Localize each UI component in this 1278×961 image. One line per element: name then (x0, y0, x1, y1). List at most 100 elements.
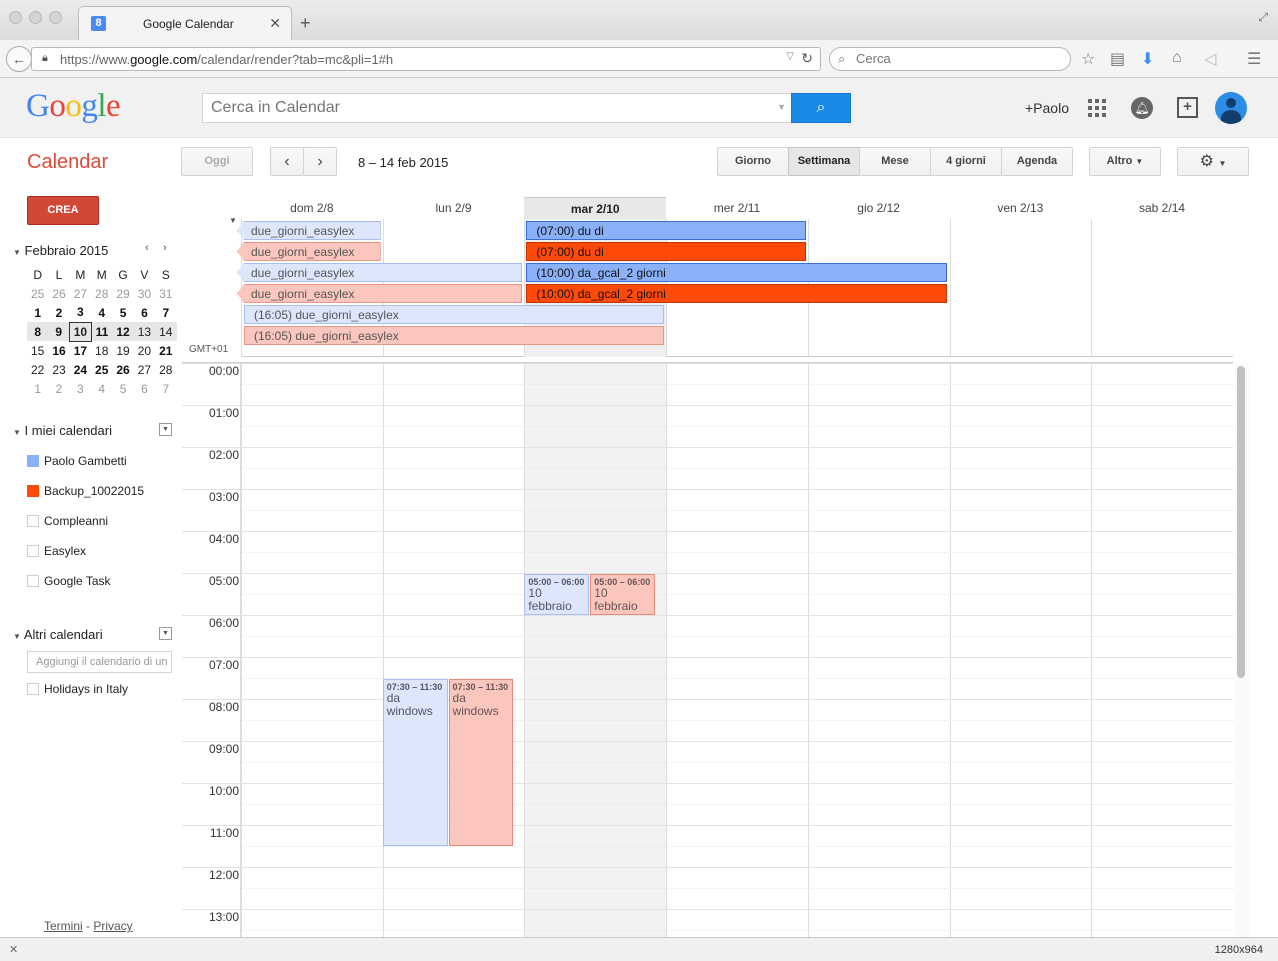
today-button[interactable]: Oggi (181, 147, 253, 176)
calendar-list-item[interactable]: Easylex (27, 544, 86, 558)
home-icon[interactable]: ⌂ (1172, 49, 1182, 67)
day-header[interactable]: gio 2/12 (808, 197, 950, 220)
allday-column[interactable] (1091, 219, 1233, 357)
close-statusbar-icon[interactable]: ✕ (9, 943, 18, 956)
allday-event-chip[interactable]: (16:05) due_giorni_easylex (244, 305, 665, 324)
apps-grid-icon[interactable] (1088, 99, 1106, 117)
all-day-area[interactable]: due_giorni_easylex due_giorni_easylex due_… (237, 219, 1233, 357)
mini-calendar-day[interactable]: 26 (112, 360, 133, 379)
reading-list-icon[interactable]: ▤ (1110, 49, 1125, 69)
calendar-search-input[interactable] (211, 99, 771, 117)
mini-calendar-day[interactable]: 21 (155, 341, 176, 360)
add-calendar-input[interactable]: Aggiungi il calendario di un (27, 651, 172, 673)
calendar-list-item[interactable]: Backup_10022015 (27, 484, 144, 498)
close-window-button[interactable] (9, 11, 22, 24)
mini-next-month-icon[interactable]: › (163, 242, 167, 254)
bookmark-star-icon[interactable]: ☆ (1081, 49, 1095, 69)
calendar-list-item[interactable]: Compleanni (27, 514, 108, 528)
view-month-button[interactable]: Mese (859, 147, 931, 176)
settings-button[interactable]: ⚙ ▼ (1177, 147, 1249, 176)
reload-icon[interactable]: ↻ (801, 50, 813, 67)
timed-event[interactable]: 05:00 – 06:00 10 febbraio (590, 574, 656, 615)
zoom-window-button[interactable] (49, 11, 62, 24)
mini-calendar-day[interactable]: 26 (48, 284, 69, 303)
time-grid[interactable]: 00:00 01:00 02:00 03:00 04:00 05:00 06:00 07:00… (182, 362, 1233, 937)
fullscreen-icon[interactable]: ⤢ (1258, 10, 1268, 25)
mini-calendar-day[interactable]: 9 (48, 322, 70, 341)
day-column[interactable] (666, 363, 808, 937)
day-column[interactable] (382, 363, 525, 937)
my-calendars-menu-icon[interactable]: ▼ (159, 423, 172, 436)
calendar-color-swatch[interactable] (27, 575, 39, 587)
mini-calendar-day[interactable]: 18 (91, 341, 112, 360)
mini-calendar-day[interactable]: 12 (112, 322, 134, 341)
mini-calendar-day[interactable]: 2 (48, 303, 69, 322)
mini-calendar-day[interactable]: 20 (134, 341, 155, 360)
mini-calendar-day[interactable]: 14 (155, 322, 177, 341)
calendar-color-swatch[interactable] (27, 545, 39, 557)
day-column[interactable] (949, 363, 1092, 937)
allday-event-chip[interactable]: due_giorni_easylex (237, 242, 381, 261)
timed-event[interactable]: 05:00 – 06:00 10 febbraio (524, 574, 590, 615)
privacy-link[interactable]: Privacy (93, 919, 132, 933)
my-calendars-header[interactable]: ▼ I miei calendari (13, 423, 112, 438)
calendar-color-swatch[interactable] (27, 515, 39, 527)
download-icon[interactable]: ⬇ (1141, 49, 1154, 69)
calendar-list-item[interactable]: Google Task (27, 574, 111, 588)
share-plus-icon[interactable]: + (1177, 97, 1198, 118)
url-bar[interactable]: 🔒︎ https://www.google.com/calendar/rende… (31, 47, 821, 71)
mini-calendar-day[interactable]: 27 (70, 284, 91, 303)
day-header[interactable]: lun 2/9 (383, 197, 525, 220)
mini-calendar-day[interactable]: 13 (133, 322, 156, 341)
mini-calendar-day[interactable]: 2 (48, 379, 69, 398)
mini-calendar-day[interactable]: 4 (91, 303, 112, 322)
view-week-button[interactable]: Settimana (788, 147, 860, 176)
day-column[interactable] (807, 363, 950, 937)
mini-calendar-day[interactable]: 27 (134, 360, 155, 379)
mini-calendar-title[interactable]: ▼ Febbraio 2015 (13, 243, 108, 258)
minimize-window-button[interactable] (29, 11, 42, 24)
terms-link[interactable]: Termini (44, 919, 83, 933)
day-column[interactable] (1091, 363, 1233, 937)
day-header[interactable]: dom 2/8 (241, 197, 383, 220)
mini-calendar-day[interactable]: 23 (48, 360, 69, 379)
other-calendars-menu-icon[interactable]: ▼ (159, 627, 172, 640)
mini-calendar-day[interactable]: 1 (27, 379, 48, 398)
avatar[interactable] (1215, 92, 1247, 124)
mini-calendar-day[interactable]: 28 (155, 360, 176, 379)
mini-calendar-day[interactable]: 30 (134, 284, 155, 303)
calendar-list-item[interactable]: Holidays in Italy (27, 682, 128, 696)
mini-calendar-day[interactable]: 1 (27, 303, 48, 322)
allday-event-chip[interactable]: (07:00) du di (526, 242, 806, 261)
mini-calendar-day[interactable]: 6 (134, 303, 155, 322)
calendar-search-box[interactable]: ▼ (202, 93, 792, 123)
day-header[interactable]: mer 2/11 (666, 197, 808, 220)
mini-calendar-day[interactable]: 25 (91, 360, 112, 379)
notifications-bell-icon[interactable]: 🔔︎ (1131, 97, 1153, 119)
view-day-button[interactable]: Giorno (717, 147, 789, 176)
mini-calendar-day[interactable]: 4 (91, 379, 112, 398)
mini-calendar-day[interactable]: 8 (27, 322, 49, 341)
plus-user-link[interactable]: +Paolo (1025, 100, 1069, 116)
day-column[interactable] (241, 363, 383, 937)
calendar-color-swatch[interactable] (27, 455, 39, 467)
grid-scrollbar[interactable] (1235, 362, 1249, 937)
allday-event-chip[interactable]: (10:00) da_gcal_2 giorni (526, 263, 948, 282)
allday-event-chip[interactable]: due_giorni_easylex (237, 263, 523, 282)
mini-calendar-day[interactable]: 28 (91, 284, 112, 303)
mini-calendar-day[interactable]: 10 (69, 321, 92, 342)
mini-calendar-day[interactable]: 3 (70, 379, 91, 398)
allday-toggle-icon[interactable]: ▼ (229, 216, 237, 225)
day-header[interactable]: ven 2/13 (950, 197, 1092, 220)
mini-calendar-day[interactable]: 22 (27, 360, 48, 379)
url-text[interactable]: https://www.google.com/calendar/render?t… (60, 52, 393, 67)
mini-calendar-day[interactable]: 25 (27, 284, 48, 303)
mini-calendar-day[interactable]: 7 (155, 379, 176, 398)
create-button[interactable]: CREA (27, 196, 99, 225)
mini-calendar-day[interactable]: 16 (48, 341, 69, 360)
timed-event[interactable]: 07:30 – 11:30 da windows (382, 679, 448, 846)
day-column[interactable] (524, 363, 667, 937)
day-header[interactable]: sab 2/14 (1091, 197, 1233, 220)
calendar-color-swatch[interactable] (27, 485, 39, 497)
search-options-icon[interactable]: ▼ (777, 102, 786, 112)
